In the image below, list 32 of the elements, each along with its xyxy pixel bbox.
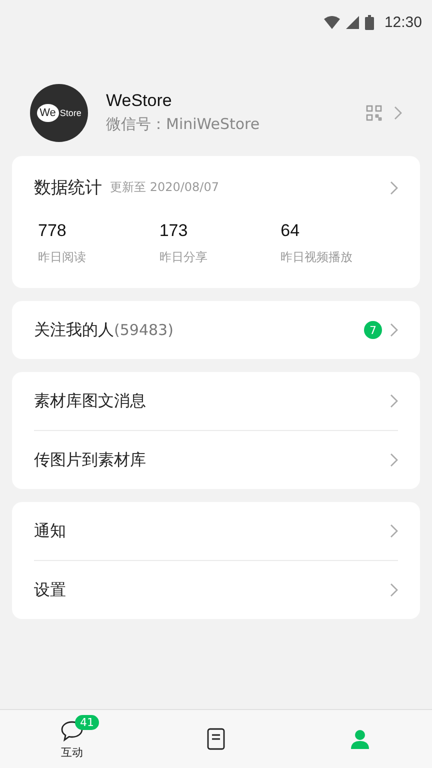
menu-item[interactable]: 素材库图文消息 (34, 372, 398, 430)
status-time: 12:30 (384, 14, 422, 31)
battery-icon (365, 15, 374, 30)
chevron-icon (390, 453, 398, 467)
count-badge: 7 (364, 321, 382, 339)
stats-card[interactable]: 数据统计 更新至 2020/08/07 778 昨日阅读 173 昨日分享 64 昨日视频播放 (12, 156, 420, 288)
person-icon (349, 728, 371, 750)
stat-label: 昨日阅读 (38, 249, 87, 266)
stat-value: 173 (159, 221, 189, 241)
stat-label: 昨日分享 (159, 249, 208, 266)
update-date: 更新至 2020/08/07 (110, 179, 219, 196)
menu-item[interactable]: 设置 (34, 560, 398, 619)
stats-title: 数据统计 (34, 177, 102, 199)
stat-value: 64 (280, 221, 301, 241)
menu-item[interactable]: 通知 (34, 502, 398, 560)
chevron-icon (390, 524, 398, 538)
document-icon (207, 728, 225, 750)
chevron-icon (390, 394, 398, 408)
chevron-icon (390, 323, 398, 337)
wechat-id: 微信号：MiniWeStore (106, 115, 261, 134)
qr-code-icon[interactable] (366, 104, 382, 120)
count-badge: 41 (75, 714, 99, 730)
chevron-icon (390, 583, 398, 597)
signal-icon (346, 16, 360, 29)
stat-value: 778 (38, 221, 68, 241)
wifi-icon (324, 16, 340, 29)
chevron-icon (390, 180, 398, 194)
menu-item[interactable]: 传图片到素材库 (34, 430, 398, 489)
stat-label: 昨日视频播放 (280, 249, 354, 266)
avatar: We Store (30, 84, 88, 142)
chevron-icon[interactable] (394, 106, 402, 120)
account-name: WeStore (106, 91, 173, 111)
